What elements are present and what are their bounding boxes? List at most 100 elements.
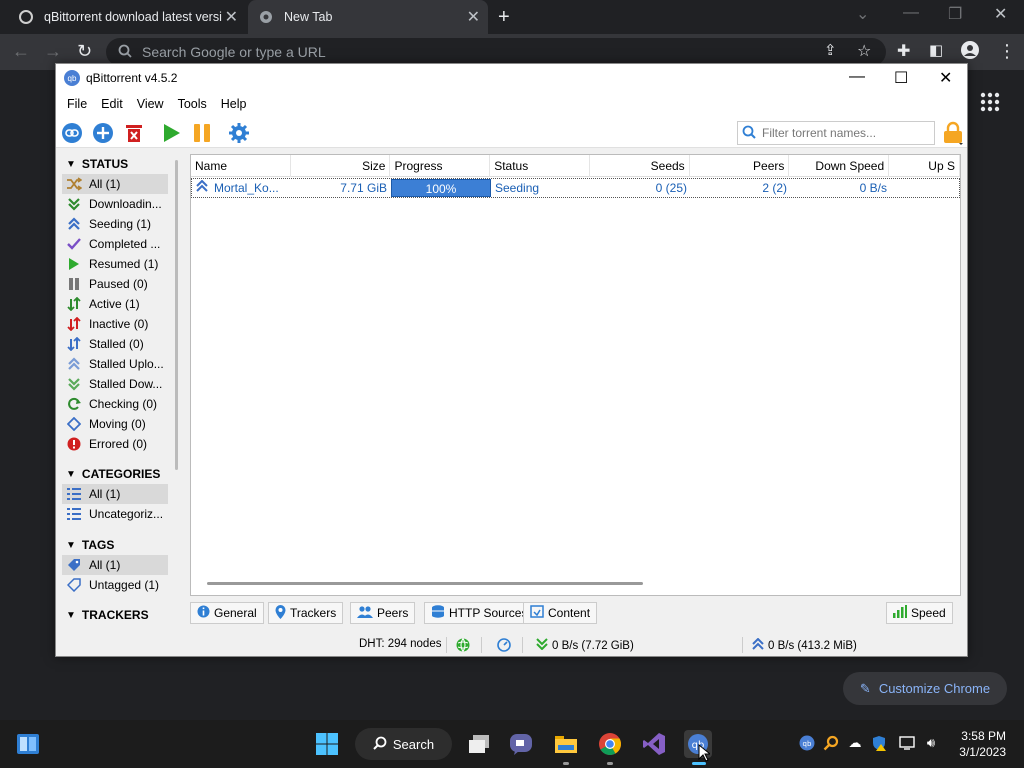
categories-section-header[interactable]: ▼ CATEGORIES <box>62 464 168 484</box>
close-tab-icon[interactable]: ✕ <box>467 7 480 27</box>
pause-icon <box>66 276 82 292</box>
horizontal-scrollbar[interactable] <box>207 582 643 585</box>
status-filter-item[interactable]: Errored (0) <box>62 434 168 454</box>
browser-tab-newtab[interactable]: New Tab ✕ <box>248 0 488 34</box>
connection-status-globe-icon[interactable] <box>456 638 470 652</box>
category-all[interactable]: All (1) <box>62 484 168 504</box>
column-header-name[interactable]: Name <box>191 155 291 177</box>
minimize-icon[interactable]: — <box>903 4 919 22</box>
widgets-icon[interactable] <box>14 730 42 758</box>
tab-trackers[interactable]: Trackers <box>268 602 344 624</box>
status-filter-item[interactable]: Downloadin... <box>62 194 168 214</box>
status-filter-item[interactable]: Inactive (0) <box>62 314 168 334</box>
sidebar-scrollbar[interactable] <box>175 160 178 470</box>
status-filter-item[interactable]: Seeding (1) <box>62 214 168 234</box>
upload-speed-indicator[interactable]: 0 B/s (413.2 MiB) <box>752 637 857 653</box>
status-filter-item[interactable]: Resumed (1) <box>62 254 168 274</box>
status-filter-item[interactable]: Stalled Dow... <box>62 374 168 394</box>
menu-kebab-icon[interactable]: ⋮ <box>998 41 1016 62</box>
omnibox[interactable]: Search Google or type a URL <box>106 38 886 66</box>
filter-torrent-names-input[interactable]: Filter torrent names... <box>737 121 935 145</box>
menu-file[interactable]: File <box>60 97 94 111</box>
menu-tools[interactable]: Tools <box>171 97 214 111</box>
status-filter-item[interactable]: Completed ... <box>62 234 168 254</box>
status-filter-item[interactable]: Active (1) <box>62 294 168 314</box>
close-icon[interactable]: ✕ <box>939 68 952 88</box>
taskbar-search-button[interactable]: Search <box>355 728 452 760</box>
column-header-seeds[interactable]: Seeds <box>590 155 690 177</box>
maximize-icon[interactable]: ☐ <box>894 68 908 88</box>
add-torrent-link-icon[interactable] <box>60 121 84 145</box>
column-header-down-speed[interactable]: Down Speed <box>789 155 890 177</box>
trackers-section-header[interactable]: ▼ TRACKERS <box>62 605 168 625</box>
lock-icon[interactable] <box>942 121 964 148</box>
chrome-icon[interactable] <box>596 730 624 758</box>
menu-view[interactable]: View <box>130 97 171 111</box>
menu-help[interactable]: Help <box>214 97 254 111</box>
updown-arrows-icon <box>66 336 82 352</box>
forward-arrow-icon[interactable]: → <box>44 41 62 62</box>
status-filter-item[interactable]: Moving (0) <box>62 414 168 434</box>
status-filter-item[interactable]: All (1) <box>62 174 168 194</box>
tag-untagged[interactable]: Untagged (1) <box>62 575 168 595</box>
back-arrow-icon[interactable]: ← <box>12 41 30 62</box>
customize-chrome-button[interactable]: ✎ Customize Chrome <box>843 672 1007 705</box>
minimize-icon[interactable]: — <box>849 68 865 86</box>
system-clock[interactable]: 3:58 PM 3/1/2023 <box>950 728 1006 760</box>
tab-http-sources[interactable]: HTTP Sources <box>424 602 535 624</box>
browser-tab-qbittorrent[interactable]: qBittorrent download latest versi ✕ <box>8 0 246 34</box>
start-windows-icon[interactable] <box>313 730 341 758</box>
status-section-header[interactable]: ▼ STATUS <box>62 154 168 174</box>
status-filter-item[interactable]: Stalled Uplo... <box>62 354 168 374</box>
tag-all[interactable]: All (1) <box>62 555 168 575</box>
column-header-status[interactable]: Status <box>490 155 590 177</box>
teams-chat-icon[interactable] <box>507 730 535 758</box>
download-speed-indicator[interactable]: 0 B/s (7.72 GiB) <box>536 638 634 653</box>
visual-studio-icon[interactable] <box>640 730 668 758</box>
restore-icon[interactable]: ❐ <box>948 4 962 24</box>
tab-content[interactable]: Content <box>523 602 598 624</box>
delete-torrent-icon[interactable] <box>122 121 146 145</box>
close-tab-icon[interactable]: ✕ <box>225 7 238 27</box>
network-icon[interactable] <box>898 734 916 752</box>
search-tray-icon[interactable] <box>822 734 840 752</box>
security-shield-icon[interactable] <box>870 734 888 752</box>
onedrive-offline-icon[interactable]: ☁ <box>846 734 864 752</box>
tab-peers[interactable]: Peers <box>350 602 416 624</box>
speed-button[interactable]: Speed <box>886 602 953 624</box>
extensions-puzzle-icon[interactable]: ✚ <box>897 41 910 61</box>
status-filter-item[interactable]: Checking (0) <box>62 394 168 414</box>
column-header-progress[interactable]: Progress <box>390 155 491 177</box>
shuffle-icon <box>66 176 82 192</box>
qbittorrent-tray-icon[interactable]: qb <box>798 734 816 752</box>
status-filter-label: Resumed (1) <box>89 257 159 271</box>
status-filter-label: Stalled (0) <box>89 337 144 351</box>
column-header-size[interactable]: Size <box>291 155 391 177</box>
tab-search-chevron-icon[interactable]: ⌄ <box>856 4 869 24</box>
volume-icon[interactable]: 🔊︎ <box>922 734 940 752</box>
pause-icon[interactable] <box>190 121 214 145</box>
resume-play-icon[interactable] <box>159 121 183 145</box>
new-tab-plus-icon[interactable]: + <box>498 6 510 29</box>
table-row[interactable]: Mortal_Ko... 7.71 GiB 100% Seeding 0 (25… <box>191 178 960 198</box>
column-header-peers[interactable]: Peers <box>690 155 790 177</box>
menu-edit[interactable]: Edit <box>94 97 130 111</box>
add-torrent-file-icon[interactable] <box>91 121 115 145</box>
reload-icon[interactable]: ↻ <box>77 41 92 62</box>
options-gear-icon[interactable] <box>227 121 251 145</box>
side-panel-icon[interactable]: ◧ <box>929 41 943 59</box>
bookmark-star-icon[interactable]: ☆ <box>857 41 871 61</box>
profile-avatar-icon[interactable] <box>961 41 979 64</box>
task-view-icon[interactable] <box>465 730 493 758</box>
google-apps-grid-icon[interactable] <box>980 92 1000 115</box>
category-uncategorized[interactable]: Uncategoriz... <box>62 504 168 524</box>
column-header-up-speed[interactable]: Up S <box>889 155 960 177</box>
status-filter-item[interactable]: Paused (0) <box>62 274 168 294</box>
status-filter-item[interactable]: Stalled (0) <box>62 334 168 354</box>
share-icon[interactable]: ⇪ <box>824 41 837 59</box>
close-window-icon[interactable]: ✕ <box>994 4 1007 24</box>
file-explorer-icon[interactable] <box>552 730 580 758</box>
alt-speed-icon[interactable] <box>497 638 511 652</box>
tab-general[interactable]: General <box>190 602 264 624</box>
tags-section-header[interactable]: ▼ TAGS <box>62 535 168 555</box>
